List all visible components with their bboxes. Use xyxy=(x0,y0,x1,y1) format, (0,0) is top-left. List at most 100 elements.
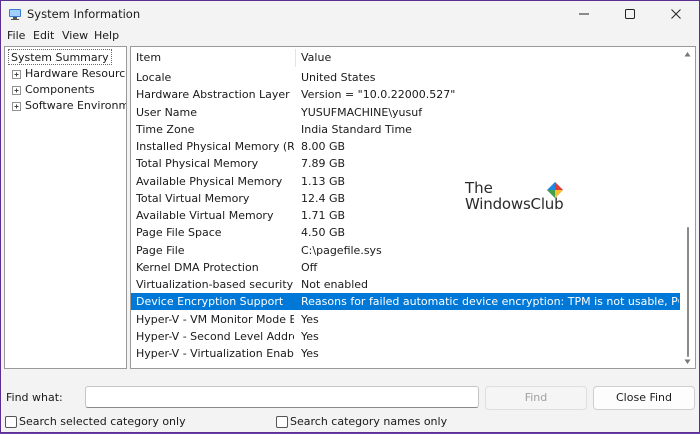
row-item-cell: Total Physical Memory xyxy=(136,157,259,171)
table-row[interactable]: Total Virtual Memory 12.4 GB xyxy=(131,190,680,207)
checkbox-label: Search category names only xyxy=(290,415,448,428)
row-item-cell: Hyper-V - Second Level Addres... xyxy=(136,329,294,343)
table-row-selected[interactable]: Device Encryption Support Reasons for fai… xyxy=(131,293,680,311)
tree-item-label: Software Environment xyxy=(25,99,127,112)
table-row[interactable]: Total Physical Memory 7.89 GB xyxy=(131,155,680,172)
row-item-cell: User Name xyxy=(136,105,198,119)
column-header-item[interactable]: Item xyxy=(136,50,161,66)
column-divider[interactable] xyxy=(295,49,296,67)
checkbox-box[interactable] xyxy=(5,416,17,428)
row-item-cell: Hardware Abstraction Layer xyxy=(136,88,290,102)
table-row[interactable]: Virtualization-based security Not enabled xyxy=(131,276,680,293)
checkbox-box[interactable] xyxy=(276,416,288,428)
menu-file[interactable]: File xyxy=(5,28,27,44)
windows-logo-icon xyxy=(547,182,563,198)
close-button[interactable] xyxy=(653,1,699,27)
row-value-cell: Not enabled xyxy=(301,278,369,291)
find-what-input[interactable] xyxy=(85,386,479,408)
tree-item-system-summary[interactable]: System Summary xyxy=(8,49,112,65)
row-item-cell: Locale xyxy=(136,71,172,84)
tree-item-label: Components xyxy=(25,83,95,96)
plus-icon xyxy=(14,72,19,77)
maximize-icon xyxy=(625,9,635,19)
table-row[interactable]: Locale United States xyxy=(131,69,680,86)
row-item-cell: Available Virtual Memory xyxy=(136,209,274,222)
window-title: System Information xyxy=(27,7,141,21)
row-value-cell: Reasons for failed automatic device encr… xyxy=(301,295,679,309)
search-category-names-checkbox[interactable]: Search category names only xyxy=(276,415,447,429)
table-row[interactable]: Hyper-V - VM Monitor Mode E... Yes xyxy=(131,311,680,328)
checkbox-label: Search selected category only xyxy=(19,415,186,428)
row-value-cell: C:\pagefile.sys xyxy=(301,243,382,257)
row-value-cell: Yes xyxy=(301,312,319,326)
watermark-line-2: WindowsClub xyxy=(465,195,564,213)
search-selected-category-checkbox[interactable]: Search selected category only xyxy=(5,415,186,429)
system-information-window: System Information File Edit View Help S… xyxy=(0,0,700,433)
title-bar[interactable]: System Information xyxy=(1,1,699,27)
menu-help[interactable]: Help xyxy=(92,28,121,44)
row-item-cell: Installed Physical Memory (RAM) xyxy=(136,140,294,153)
plus-icon xyxy=(14,104,19,109)
row-value-cell: Yes xyxy=(301,329,319,343)
tree-item-components[interactable]: Components xyxy=(5,82,126,98)
table-row[interactable]: Available Virtual Memory 1.71 GB xyxy=(131,207,680,224)
table-row[interactable]: Hardware Abstraction Layer Version = "10.… xyxy=(131,86,680,103)
table-row[interactable]: Kernel DMA Protection Off xyxy=(131,259,680,276)
plus-icon xyxy=(14,88,19,93)
menu-edit[interactable]: Edit xyxy=(31,28,56,44)
row-item-cell: Page File xyxy=(136,243,185,257)
table-row[interactable]: Hyper-V - Virtualization Enable... Yes xyxy=(131,345,680,362)
table-row[interactable]: Page File C:\pagefile.sys xyxy=(131,242,680,259)
close-icon xyxy=(671,9,681,19)
tree-item-software-environment[interactable]: Software Environment xyxy=(5,98,127,114)
system-information-icon xyxy=(9,9,21,20)
find-what-label: Find what: xyxy=(6,391,63,404)
table-row[interactable]: Available Physical Memory 1.13 GB xyxy=(131,173,680,190)
row-value-cell: YUSUFMACHINE\yusuf xyxy=(301,105,423,119)
scroll-down-icon[interactable] xyxy=(684,358,691,365)
row-value-cell: 4.50 GB xyxy=(301,226,346,240)
table-row[interactable]: Time Zone India Standard Time xyxy=(131,121,680,138)
table-row[interactable]: Page File Space 4.50 GB xyxy=(131,224,680,241)
table-row[interactable]: User Name YUSUFMACHINE\yusuf xyxy=(131,104,680,121)
vertical-scrollbar[interactable] xyxy=(680,47,695,368)
find-button[interactable]: Find xyxy=(485,386,587,410)
row-value-cell: United States xyxy=(301,71,376,84)
row-value-cell: 8.00 GB xyxy=(301,140,346,153)
scrollbar-thumb[interactable] xyxy=(687,227,689,357)
close-find-button[interactable]: Close Find xyxy=(593,386,695,410)
row-item-cell: Page File Space xyxy=(136,226,222,240)
row-value-cell: Version = "10.0.22000.527" xyxy=(301,88,456,102)
watermark-line-1: The xyxy=(465,179,493,197)
table-row[interactable]: Installed Physical Memory (RAM) 8.00 GB xyxy=(131,138,680,155)
maximize-button[interactable] xyxy=(607,1,653,27)
row-item-cell: Hyper-V - VM Monitor Mode E... xyxy=(136,312,294,326)
tree-item-label: Hardware Resources xyxy=(25,67,127,80)
list-header: Item Value xyxy=(131,47,680,69)
row-item-cell: Virtualization-based security xyxy=(136,278,294,291)
scroll-up-icon[interactable] xyxy=(684,51,691,58)
expand-plus-icon[interactable] xyxy=(12,86,21,95)
row-item-cell: Device Encryption Support xyxy=(136,295,284,309)
row-value-cell: 7.89 GB xyxy=(301,157,346,171)
find-bar: Find what: Find Close Find Search select… xyxy=(1,384,699,434)
menu-view[interactable]: View xyxy=(60,28,90,44)
menu-bar: File Edit View Help xyxy=(1,27,699,45)
table-row[interactable]: Hyper-V - Second Level Addres... Yes xyxy=(131,328,680,345)
row-value-cell: India Standard Time xyxy=(301,122,412,136)
row-item-cell: Hyper-V - Virtualization Enable... xyxy=(136,347,294,360)
row-item-cell: Total Virtual Memory xyxy=(136,191,250,205)
row-value-cell: Off xyxy=(301,260,318,274)
details-list[interactable]: Item Value Locale United States Hardware A… xyxy=(130,46,696,369)
category-tree[interactable]: System Summary Hardware Resources Compon… xyxy=(4,46,127,369)
tree-item-hardware-resources[interactable]: Hardware Resources xyxy=(5,66,127,82)
watermark: The WindowsClub xyxy=(465,180,569,214)
minimize-button[interactable] xyxy=(561,1,607,27)
row-item-cell: Time Zone xyxy=(136,122,195,136)
row-value-cell: Yes xyxy=(301,347,319,360)
row-item-cell: Kernel DMA Protection xyxy=(136,260,259,274)
expand-plus-icon[interactable] xyxy=(12,102,21,111)
expand-plus-icon[interactable] xyxy=(12,70,21,79)
minimize-icon xyxy=(579,13,589,15)
column-header-value[interactable]: Value xyxy=(301,50,331,66)
